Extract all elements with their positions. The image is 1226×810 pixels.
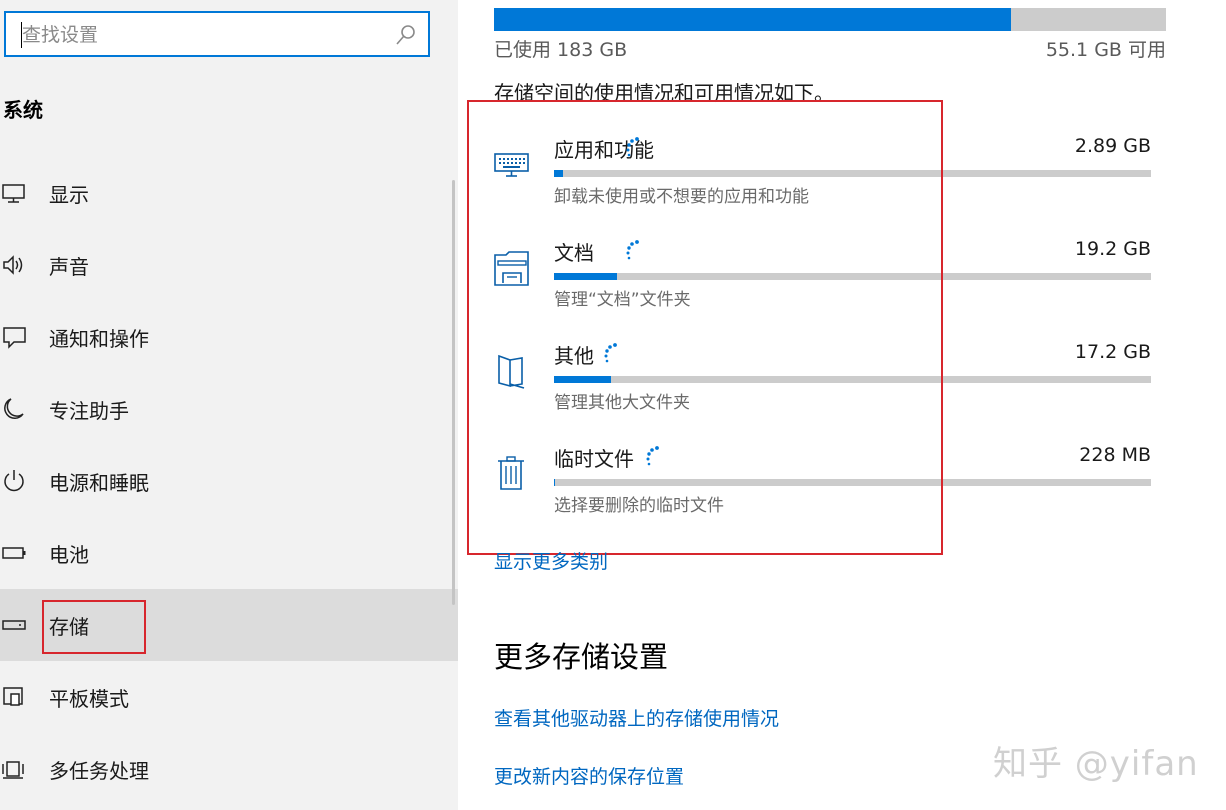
sidebar-item-multitasking[interactable]: 多任务处理 xyxy=(0,733,458,805)
sidebar-item-focus-assist[interactable]: 专注助手 xyxy=(0,373,458,445)
category-name: 临时文件 xyxy=(554,447,634,471)
sidebar-item-notifications[interactable]: 通知和操作 xyxy=(0,301,458,373)
multitask-icon xyxy=(2,761,24,779)
loading-spinner-icon xyxy=(604,343,617,363)
sidebar-item-tablet-mode[interactable]: 平板模式 xyxy=(0,661,458,733)
sidebar-item-label: 平板模式 xyxy=(49,686,129,711)
sidebar-item-display[interactable]: 显示 xyxy=(0,157,458,229)
storage-intro-text: 存储空间的使用情况和可用情况如下。 xyxy=(494,81,834,105)
storage-panel: 已使用 183 GB 55.1 GB 可用 存储空间的使用情况和可用情况如下。 … xyxy=(458,0,1226,810)
category-usage-bar xyxy=(554,479,1151,486)
change-save-location-link[interactable]: 更改新内容的保存位置 xyxy=(494,762,684,789)
category-usage-fill xyxy=(554,479,556,486)
sidebar-item-label: 显示 xyxy=(49,182,89,207)
sidebar-item-sound[interactable]: 声音 xyxy=(0,229,458,301)
category-apps-features[interactable]: 应用和功能 2.89 GB 卸载未使用或不想要的应用和功能 xyxy=(494,130,1154,230)
sidebar-item-label: 电池 xyxy=(49,542,89,567)
other-files-icon xyxy=(498,354,525,389)
category-usage-fill xyxy=(554,376,611,383)
category-description: 管理其他大文件夹 xyxy=(554,393,690,413)
category-name: 其他 xyxy=(554,344,594,368)
total-usage-fill xyxy=(494,8,1012,31)
show-more-categories-link[interactable]: 显示更多类别 xyxy=(494,547,608,574)
category-documents[interactable]: 文档 19.2 GB 管理“文档”文件夹 xyxy=(494,233,1154,333)
drive-icon xyxy=(2,620,26,630)
category-description: 选择要删除的临时文件 xyxy=(554,496,724,516)
sidebar-scrollbar[interactable] xyxy=(452,180,455,605)
category-usage-bar xyxy=(554,170,1151,177)
watermark: 知乎 @yifan xyxy=(993,744,1199,784)
category-size: 17.2 GB xyxy=(1074,341,1151,363)
moon-icon xyxy=(4,398,24,419)
settings-sidebar: 系统 显示 声音 通知和操作 专注助手 xyxy=(0,0,458,810)
free-space-label: 55.1 GB 可用 xyxy=(1045,39,1166,61)
category-usage-bar xyxy=(554,376,1151,383)
loading-spinner-icon xyxy=(626,240,639,260)
message-icon xyxy=(3,327,26,349)
category-name: 文档 xyxy=(554,241,594,265)
search-input[interactable] xyxy=(20,19,384,51)
category-usage-bar xyxy=(554,273,1151,280)
documents-folder-icon xyxy=(494,251,529,286)
category-other[interactable]: 其他 17.2 GB 管理其他大文件夹 xyxy=(494,336,1154,436)
category-size: 2.89 GB xyxy=(1074,135,1151,157)
sidebar-item-label: 声音 xyxy=(49,254,89,279)
sidebar-item-power-sleep[interactable]: 电源和睡眠 xyxy=(0,445,458,517)
sidebar-item-label: 存储 xyxy=(49,614,89,639)
category-size: 228 MB xyxy=(1079,444,1151,466)
category-size: 19.2 GB xyxy=(1074,238,1151,260)
category-description: 卸载未使用或不想要的应用和功能 xyxy=(554,187,809,207)
more-storage-settings-heading: 更多存储设置 xyxy=(494,640,669,674)
sidebar-item-label: 专注助手 xyxy=(49,398,129,423)
sidebar-item-label: 多任务处理 xyxy=(49,758,149,783)
keyboard-icon xyxy=(494,153,529,177)
trash-icon xyxy=(498,456,524,490)
search-icon[interactable] xyxy=(394,23,418,47)
monitor-icon xyxy=(2,184,25,203)
speaker-icon xyxy=(3,255,23,275)
loading-spinner-icon xyxy=(626,137,639,157)
tablet-mode-icon xyxy=(3,687,23,706)
battery-icon xyxy=(2,547,26,559)
category-temporary-files[interactable]: 临时文件 228 MB 选择要删除的临时文件 xyxy=(494,439,1154,539)
sidebar-item-storage[interactable]: 存储 xyxy=(0,589,458,661)
loading-spinner-icon xyxy=(646,446,659,466)
category-usage-fill xyxy=(554,273,617,280)
used-space-label: 已使用 183 GB xyxy=(494,39,628,61)
category-description: 管理“文档”文件夹 xyxy=(554,290,691,310)
search-box[interactable] xyxy=(4,11,430,57)
section-title: 系统 xyxy=(3,98,43,122)
other-drives-usage-link[interactable]: 查看其他驱动器上的存储使用情况 xyxy=(494,704,779,731)
sidebar-item-battery[interactable]: 电池 xyxy=(0,517,458,589)
sidebar-item-label: 电源和睡眠 xyxy=(49,470,149,495)
power-icon xyxy=(4,470,24,492)
total-usage-bar xyxy=(494,8,1166,31)
sidebar-item-label: 通知和操作 xyxy=(49,326,149,351)
category-usage-fill xyxy=(554,170,563,177)
